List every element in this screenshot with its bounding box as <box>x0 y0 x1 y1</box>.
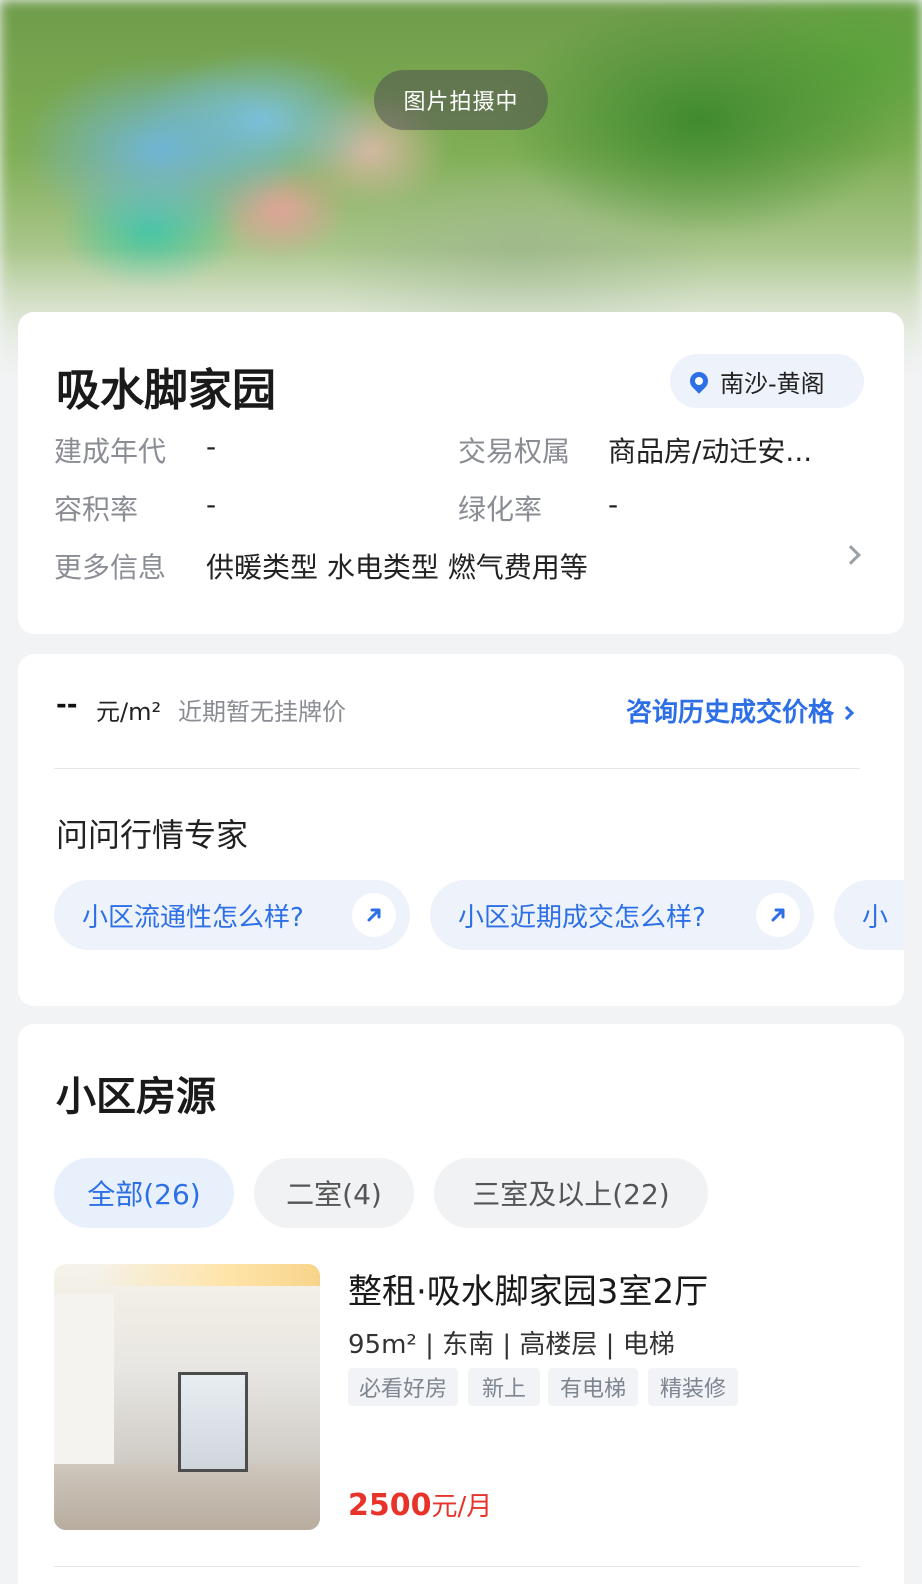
expert-section-title: 问问行情专家 <box>56 816 249 854</box>
question-chip-label: 小 <box>862 902 889 933</box>
filter-tab-two-room[interactable]: 二室(4) <box>254 1158 414 1228</box>
consult-link-label: 咨询历史成交价格 <box>626 698 835 728</box>
chevron-right-icon <box>841 545 861 565</box>
location-button[interactable]: 南沙-黄阁 <box>670 354 864 408</box>
question-chip-label: 小区近期成交怎么样? <box>458 902 706 933</box>
ownership-label: 交易权属 <box>458 435 571 468</box>
more-info-label: 更多信息 <box>54 551 167 584</box>
build-year-value: - <box>206 430 217 463</box>
consult-history-price-link[interactable]: 咨询历史成交价格 <box>626 692 855 729</box>
ownership-value: 商品房/动迁安... <box>608 435 813 468</box>
filter-tab-three-plus-room[interactable]: 三室及以上(22) <box>434 1158 708 1228</box>
window <box>178 1372 248 1472</box>
photo-status-badge: 图片拍摄中 <box>374 70 548 130</box>
listing-tag: 有电梯 <box>548 1368 638 1406</box>
listings-card: 小区房源 全部(26) 二室(4) 三室及以上(22) 整租·吸水脚家园3室2厅… <box>18 1024 904 1584</box>
listing-price-unit: 元/月 <box>431 1492 493 1522</box>
floor <box>54 1464 320 1530</box>
question-chip[interactable]: 小区流通性怎么样? <box>54 880 410 950</box>
listing-tag: 精装修 <box>648 1368 738 1406</box>
listing-photo[interactable] <box>54 1264 320 1530</box>
listing-tag: 新上 <box>468 1368 540 1406</box>
build-year-label: 建成年代 <box>54 435 167 468</box>
question-chip-label: 小区流通性怎么样? <box>82 902 304 933</box>
plot-ratio-label: 容积率 <box>54 493 139 526</box>
divider <box>54 1566 860 1567</box>
ceiling-light <box>94 1264 320 1286</box>
location-label: 南沙-黄阁 <box>720 369 825 398</box>
greening-label: 绿化率 <box>458 493 543 526</box>
divider <box>54 768 860 769</box>
listing-price-value: 2500 <box>348 1488 432 1523</box>
price-expert-card: -- 元/m² 近期暂无挂牌价 咨询历史成交价格 问问行情专家 小区流通性怎么样… <box>18 654 904 1006</box>
arrow-up-right-icon <box>352 893 396 937</box>
listing-tag: 必看好房 <box>348 1368 458 1406</box>
greening-value: - <box>608 488 619 521</box>
question-chip[interactable]: 小 <box>834 880 904 950</box>
filter-tab-all[interactable]: 全部(26) <box>54 1158 234 1228</box>
listing-meta: 95m² | 东南 | 高楼层 | 电梯 <box>348 1330 675 1360</box>
chevron-right-icon <box>839 705 855 721</box>
community-name: 吸水脚家园 <box>56 365 276 416</box>
price-unit: 元/m² <box>96 698 162 726</box>
arrow-up-right-icon <box>756 893 800 937</box>
question-chip[interactable]: 小区近期成交怎么样? <box>430 880 814 950</box>
price-value: -- <box>56 690 78 720</box>
community-info-card: 吸水脚家园 南沙-黄阁 建成年代 - 交易权属 商品房/动迁安... 容积率 -… <box>18 312 904 634</box>
location-pin-icon <box>686 368 712 394</box>
plot-ratio-value: - <box>206 488 217 521</box>
more-info-value: 供暖类型 水电类型 燃气费用等 <box>206 551 588 584</box>
listing-price: 2500元/月 <box>348 1486 492 1523</box>
price-note: 近期暂无挂牌价 <box>178 698 346 726</box>
listing-title: 整租·吸水脚家园3室2厅 <box>348 1272 709 1312</box>
listings-section-title: 小区房源 <box>56 1074 216 1120</box>
